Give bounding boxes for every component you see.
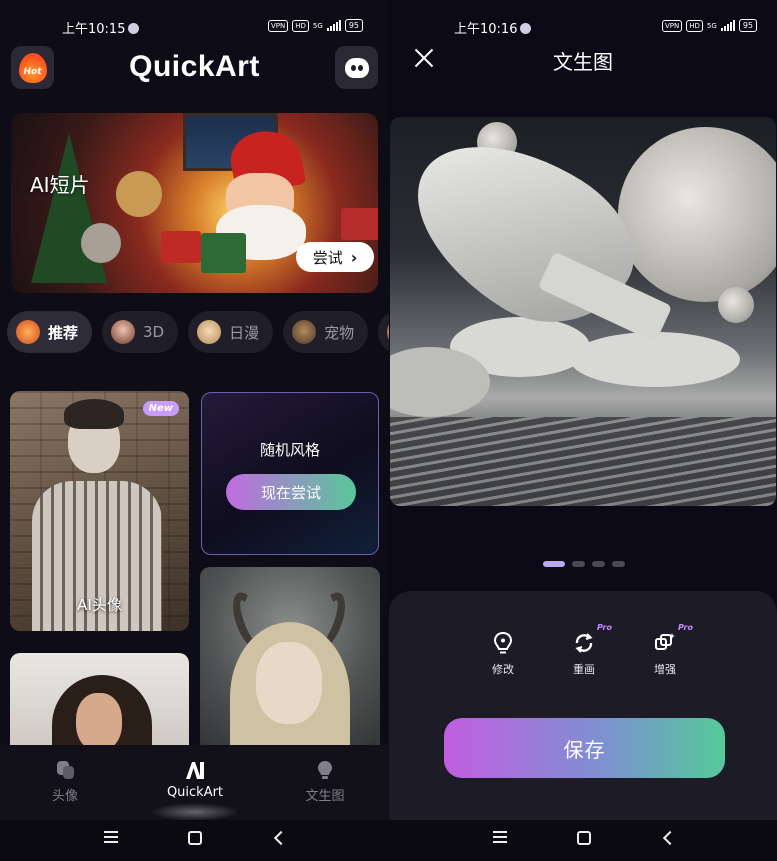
chip-label: 日漫	[229, 323, 260, 342]
status-icons: VPN HD 5G 95	[662, 19, 757, 32]
chip-avatar-3d	[111, 320, 136, 344]
home-icon[interactable]	[577, 831, 591, 845]
assistant-button[interactable]	[335, 46, 378, 89]
action-panel: 修改 Pro 重画 Pro 增强 保存	[389, 591, 777, 831]
gift-box	[341, 208, 378, 240]
try-label: 尝试	[312, 248, 343, 267]
battery-indicator: 95	[738, 19, 757, 32]
redraw-label: 重画	[573, 663, 595, 676]
vpn-icon: VPN	[662, 19, 683, 32]
gift-box	[161, 231, 201, 263]
nav-text-to-image[interactable]: 文生图	[275, 759, 375, 804]
system-nav-bar	[389, 820, 777, 861]
chip-more[interactable]	[378, 311, 389, 353]
vpn-icon: VPN	[268, 19, 289, 32]
fire-bag-icon	[16, 320, 40, 344]
portrait-face	[76, 693, 122, 751]
fantasy-face	[256, 642, 322, 724]
lightbulb-pin-icon	[493, 631, 513, 654]
carousel-dot[interactable]	[612, 561, 625, 567]
chip-avatar-anime	[197, 320, 222, 344]
nav-active-glow	[150, 803, 240, 821]
notification-icon	[520, 23, 532, 34]
text-to-image-result-screen: 上午10:16 VPN HD 5G 95 文生图 修改 Pro 重画 Pro 增…	[389, 0, 777, 861]
save-button[interactable]: 保存	[444, 718, 725, 778]
large-moon	[618, 127, 776, 302]
system-nav-bar	[0, 820, 389, 861]
banner-title: AI短片	[30, 173, 90, 197]
person-hair	[64, 399, 124, 429]
ocean-waves	[390, 417, 776, 506]
generated-image[interactable]	[390, 117, 776, 506]
hd-icon: HD	[686, 19, 703, 32]
redraw-tool-button[interactable]: Pro 重画	[554, 623, 614, 677]
status-bar: 上午10:15 VPN HD 5G 95	[0, 0, 389, 37]
gift-box	[201, 233, 246, 273]
carousel-indicator	[543, 561, 625, 567]
edit-label: 修改	[492, 663, 514, 676]
edit-tool-button[interactable]: 修改	[473, 631, 533, 677]
nav-quickart[interactable]: QuickArt	[145, 759, 245, 800]
chip-label: 推荐	[48, 323, 79, 342]
status-icons: VPN HD 5G 95	[268, 19, 363, 32]
back-icon[interactable]	[662, 830, 678, 846]
carousel-dot[interactable]	[592, 561, 605, 567]
menu-icon[interactable]	[493, 831, 507, 843]
nav-avatar[interactable]: 头像	[15, 759, 115, 804]
network-label: 5G	[706, 21, 717, 30]
signal-icon	[720, 20, 735, 31]
banner-try-button[interactable]: 尝试 ›	[296, 242, 374, 272]
try-now-button[interactable]: 现在尝试	[226, 474, 356, 510]
nav-label: 文生图	[305, 789, 345, 804]
chip-recommended[interactable]: 推荐	[7, 311, 93, 353]
nav-label: QuickArt	[166, 785, 224, 800]
app-title: QuickArt	[129, 50, 260, 83]
new-badge: New	[142, 401, 179, 416]
chip-3d[interactable]: 3D	[102, 311, 179, 353]
lightbulb-icon	[318, 761, 332, 779]
home-icon[interactable]	[188, 831, 202, 845]
avatar-stack-icon	[57, 761, 74, 779]
category-chips: 推荐 3D 日漫 宠物	[7, 311, 389, 353]
robot-face-icon	[344, 57, 369, 78]
status-bar: 上午10:16 VPN HD 5G 95	[389, 0, 777, 37]
enhance-icon	[655, 633, 675, 650]
teddy-bear	[116, 171, 162, 217]
battery-indicator: 95	[344, 19, 363, 32]
chip-avatar-pets	[292, 320, 317, 344]
cat-toy	[81, 223, 121, 263]
random-style-title: 随机风格	[259, 441, 320, 459]
page-title: 文生图	[553, 50, 613, 74]
back-icon[interactable]	[273, 830, 289, 846]
chip-label: 3D	[143, 323, 165, 341]
enhance-tool-button[interactable]: Pro 增强	[635, 623, 695, 677]
enhance-label: 增强	[654, 663, 676, 676]
bottom-navigation: 头像 QuickArt 文生图	[0, 745, 389, 821]
chip-label: 宠物	[324, 323, 355, 342]
quickart-home-screen: 上午10:15 VPN HD 5G 95 Hot QuickArt AI短片 尝…	[0, 0, 389, 861]
style-card-fantasy[interactable]	[200, 567, 380, 767]
ai-avatar-card[interactable]: New AI头像	[10, 391, 189, 631]
hd-icon: HD	[292, 19, 309, 32]
pro-badge: Pro	[677, 623, 693, 632]
ai-logo-icon	[186, 762, 204, 779]
chevron-right-icon: ›	[350, 247, 358, 267]
carousel-dot[interactable]	[572, 561, 585, 567]
status-time: 上午10:16	[454, 18, 532, 37]
menu-icon[interactable]	[104, 831, 118, 843]
chip-anime[interactable]: 日漫	[188, 311, 274, 353]
chip-pets[interactable]: 宠物	[283, 311, 369, 353]
carousel-dot[interactable]	[543, 561, 565, 567]
ai-video-banner[interactable]: AI短片 尝试 ›	[11, 113, 378, 293]
signal-icon	[326, 20, 341, 31]
ai-avatar-label: AI头像	[77, 596, 122, 614]
pro-badge: Pro	[596, 623, 612, 632]
notification-icon	[128, 23, 140, 34]
small-moon	[718, 287, 754, 323]
status-time: 上午10:15	[62, 18, 140, 37]
random-style-card[interactable]: 随机风格 现在尝试	[201, 392, 379, 555]
network-label: 5G	[312, 21, 323, 30]
nav-label: 头像	[51, 789, 78, 804]
refresh-icon	[575, 633, 593, 653]
